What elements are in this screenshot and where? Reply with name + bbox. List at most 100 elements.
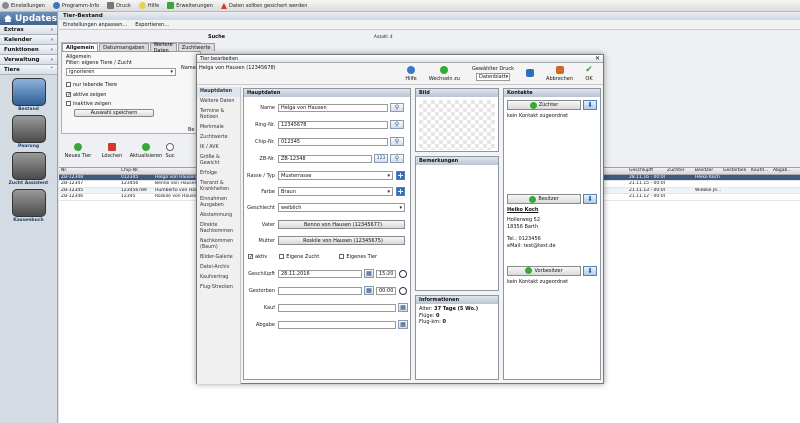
nav-weitere-daten[interactable]: Weitere Daten — [197, 97, 240, 107]
menu-hilfe[interactable]: Hilfe — [138, 2, 159, 9]
ring-field[interactable]: 12345678 — [278, 120, 388, 129]
col-zuechter[interactable]: Züchter — [665, 168, 693, 173]
col-chip[interactable]: Chip-Nr. — [119, 168, 153, 173]
clock-icon[interactable] — [399, 269, 407, 278]
nav-kaufvertrag[interactable]: Kaufvertrag — [197, 273, 240, 283]
backup-warning[interactable]: ▲ Daten sollten gesichert werden — [221, 1, 308, 10]
search-icon[interactable]: ⚲ — [390, 154, 404, 163]
abgabe-date[interactable] — [278, 320, 396, 329]
owner-name[interactable]: Heiko Koch — [507, 207, 597, 214]
name-field[interactable]: Helga von Hausen — [278, 103, 388, 112]
tab-zuchtwerte[interactable]: Zuchtwerte — [177, 43, 215, 51]
zb-field[interactable]: ZB-12348 — [278, 154, 372, 163]
print-button[interactable] — [526, 68, 535, 79]
export-link[interactable]: Exportieren... — [135, 22, 169, 28]
kauf-date[interactable] — [278, 303, 396, 312]
delete-button[interactable]: Löschen — [95, 143, 129, 167]
besitzer-button[interactable]: Besitzer — [507, 194, 581, 204]
nav-nachkommen-baum[interactable]: Nachkommen (Baum) — [197, 237, 240, 253]
opt-aktiv[interactable]: aktive zeigen — [66, 92, 196, 98]
checkbox[interactable] — [66, 101, 71, 106]
nav-zuchtwerte[interactable]: Zuchtwerte — [197, 133, 240, 143]
sidebar-header[interactable]: Updates — [0, 12, 57, 25]
gestorben-date[interactable] — [278, 286, 362, 295]
save-selection-button[interactable]: Auswahl speichern — [74, 109, 154, 117]
download-icon[interactable]: ⬇ — [583, 100, 597, 110]
add-rasse-icon[interactable]: + — [396, 171, 405, 180]
sidebar-section-funktionen[interactable]: Funktionen › — [0, 45, 57, 55]
nav-bilder-galerie[interactable]: Bilder-Galerie — [197, 253, 240, 263]
menu-druck[interactable]: Druck — [107, 2, 131, 9]
image-placeholder[interactable] — [419, 100, 495, 150]
add-farbe-icon[interactable]: + — [396, 187, 405, 196]
nav-abstammung[interactable]: Abstammung — [197, 211, 240, 221]
nav-termine[interactable]: Termine & Notizen — [197, 107, 240, 123]
new-animal-button[interactable]: Neues Tier — [61, 143, 95, 167]
filter-select[interactable]: ignorieren ▾ — [66, 68, 176, 76]
col-abgabe[interactable]: Abgab... — [771, 168, 791, 173]
nav-ik-avk[interactable]: IK / AVK — [197, 143, 240, 153]
mutter-button[interactable]: Roskile von Hausen (12345675) — [278, 236, 405, 245]
chip-field[interactable]: 012345 — [278, 137, 388, 146]
sidebar-tile-bestand[interactable]: Bestand — [11, 78, 46, 112]
menu-erweiterungen[interactable]: Erweiterungen — [167, 2, 213, 9]
calendar-icon[interactable]: ▦ — [398, 320, 408, 329]
search-icon[interactable]: ⚲ — [390, 103, 404, 112]
help-button[interactable]: Hilfe — [405, 65, 417, 82]
nav-tierarzt[interactable]: Tierarzt & Krankheiten — [197, 179, 240, 195]
opt-inaktiv[interactable]: inaktive zeigen — [66, 101, 196, 107]
checkbox[interactable] — [66, 92, 71, 97]
nav-einnahmen[interactable]: Einnahmen Ausgaben — [197, 195, 240, 211]
nav-merkmale[interactable]: Merkmale — [197, 123, 240, 133]
nav-erfolge[interactable]: Erfolge — [197, 169, 240, 179]
nav-hauptdaten[interactable]: Hauptdaten — [197, 87, 240, 97]
search-icon[interactable]: ⚲ — [390, 120, 404, 129]
checkbox[interactable] — [66, 82, 71, 87]
nav-flug-strecken[interactable]: Flug-Strecken — [197, 283, 240, 293]
sidebar-section-tiere[interactable]: Tiere ˅ — [0, 65, 57, 75]
sidebar-tile-kassenbuch[interactable]: Kassenbuch — [7, 189, 51, 223]
zuechter-button[interactable]: Züchter — [507, 100, 581, 110]
menu-programm-info[interactable]: Programm-Info — [52, 2, 99, 9]
menu-einstellungen[interactable]: Einstellungen — [2, 2, 45, 9]
search-icon[interactable]: ⚲ — [390, 137, 404, 146]
calendar-icon[interactable]: ▦ — [398, 303, 408, 312]
sidebar-section-verwaltung[interactable]: Verwaltung › — [0, 55, 57, 65]
remarks-textarea[interactable] — [416, 165, 498, 289]
search-button[interactable]: Suc — [163, 143, 177, 167]
col-geschluepft[interactable]: Geschlüpft — [627, 168, 665, 173]
sidebar-section-extras[interactable]: Extras › — [0, 25, 57, 35]
switch-to-button[interactable]: Wechseln zu — [429, 65, 460, 82]
calendar-icon[interactable]: ▦ — [364, 286, 374, 295]
vorbesitzer-button[interactable]: Vorbesitzer — [507, 265, 581, 276]
checkbox[interactable] — [279, 253, 285, 259]
sidebar-section-kalender[interactable]: Kalender › — [0, 35, 57, 45]
ok-button[interactable]: ✔ OK — [585, 65, 593, 82]
vater-button[interactable]: Benno von Hausen (12345677) — [278, 220, 405, 229]
geschluepft-date[interactable]: 28.11.2016 — [278, 269, 362, 278]
clock-icon[interactable] — [399, 286, 407, 295]
download-icon[interactable]: ⬇ — [583, 265, 597, 276]
number-button[interactable]: 123 — [374, 154, 388, 163]
sidebar-tile-paarung[interactable]: Paarung — [7, 115, 51, 149]
tab-allgemein[interactable]: Allgemein — [62, 43, 99, 51]
eigenes-tier-option[interactable]: Eigenes Tier — [339, 253, 377, 260]
tab-weitere-daten[interactable]: Weitere Daten — [149, 42, 177, 54]
rasse-select[interactable]: Musterrasse ▾ — [278, 171, 393, 180]
col-kauf[interactable]: Kaufd... — [749, 168, 771, 173]
checkbox[interactable] — [339, 253, 345, 259]
nav-direkte-nachkommen[interactable]: Direkte Nachkommen — [197, 221, 240, 237]
cancel-button[interactable]: Abbrechen — [546, 65, 573, 82]
gestorben-time[interactable]: 00:00 — [376, 286, 396, 295]
geschlecht-select[interactable]: weiblich ▾ — [278, 203, 405, 212]
nav-datei-archiv[interactable]: Datei-Archiv — [197, 263, 240, 273]
close-icon[interactable]: ✕ — [595, 55, 603, 62]
settings-adjust-link[interactable]: Einstellungen anpassen... — [63, 22, 127, 28]
col-besitzer[interactable]: Besitzer — [693, 168, 721, 173]
col-nr[interactable]: Nr. — [59, 168, 119, 173]
nav-groesse-gewicht[interactable]: Größe & Gewicht — [197, 153, 240, 169]
geschluepft-time[interactable]: 15:20 — [376, 269, 396, 278]
aktiv-option[interactable]: aktiv — [248, 253, 267, 260]
download-icon[interactable]: ⬇ — [583, 194, 597, 204]
opt-lebend[interactable]: nur lebende Tiere — [66, 82, 196, 88]
